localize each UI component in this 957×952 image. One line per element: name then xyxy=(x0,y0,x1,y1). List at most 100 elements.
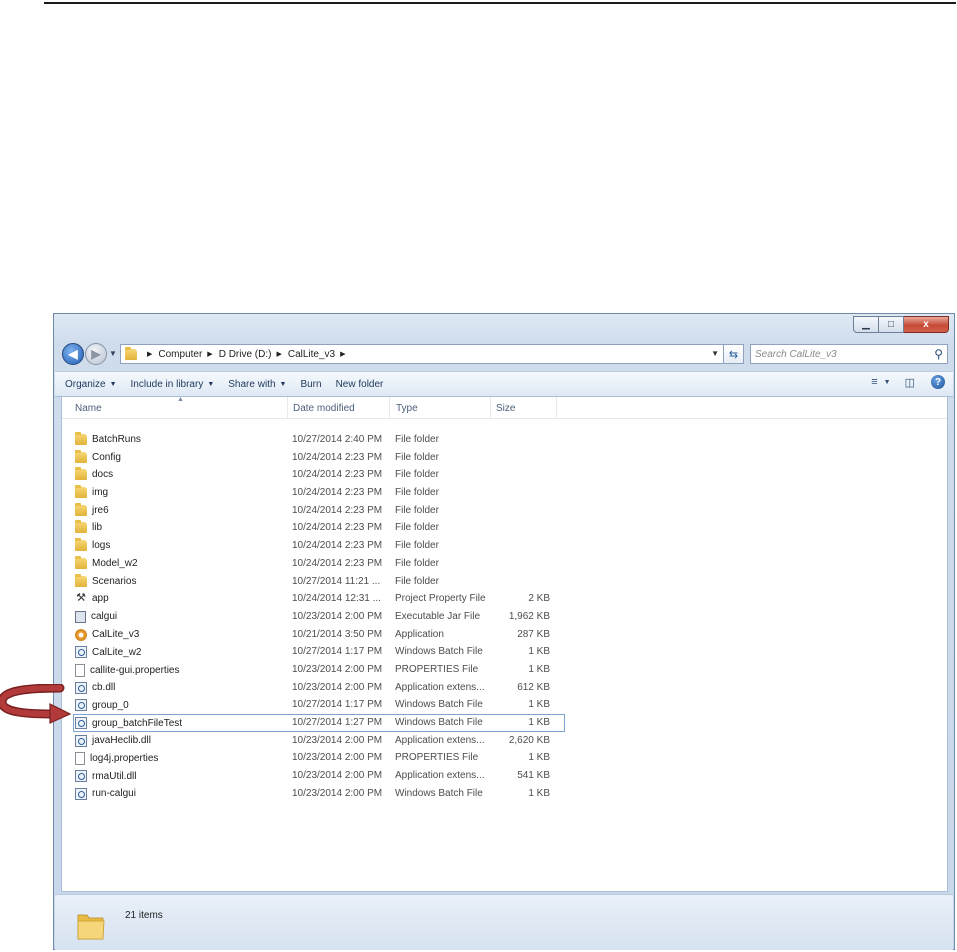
file-type: File folder xyxy=(395,557,439,569)
file-row[interactable]: cb.dll 10/23/2014 2:00 PM Application exte… xyxy=(62,679,947,697)
file-row[interactable]: Scenarios 10/27/2014 11:21 ... File folder xyxy=(62,573,947,591)
file-name-cell[interactable]: CalLite_v3 xyxy=(75,628,139,641)
file-name-cell[interactable]: run-calgui xyxy=(75,787,136,800)
column-divider[interactable] xyxy=(490,397,491,418)
file-row[interactable]: lib 10/24/2014 2:23 PM File folder xyxy=(62,519,947,537)
file-name-cell[interactable]: Scenarios xyxy=(75,573,136,587)
file-row[interactable]: javaHeclib.dll 10/23/2014 2:00 PM Applicat… xyxy=(62,732,947,750)
column-name[interactable]: Name xyxy=(75,403,102,414)
file-name-cell[interactable]: log4j.properties xyxy=(75,752,158,766)
organize-menu[interactable]: Organize ▼ xyxy=(65,379,117,390)
column-divider[interactable] xyxy=(389,397,390,418)
chevron-down-icon[interactable]: ▼ xyxy=(884,379,891,386)
back-button[interactable]: ◀ xyxy=(62,343,84,365)
file-row[interactable]: BatchRuns 10/27/2014 2:40 PM File folder xyxy=(62,431,947,449)
file-name-cell[interactable]: group_batchFileTest xyxy=(75,717,182,729)
file-row[interactable]: group_0 10/27/2014 1:17 PM Windows Batch F… xyxy=(62,696,947,714)
file-name: run-calgui xyxy=(92,788,136,800)
file-row[interactable]: Model_w2 10/24/2014 2:23 PM File folder xyxy=(62,555,947,573)
file-date: 10/23/2014 2:00 PM xyxy=(292,681,383,693)
file-row[interactable]: callite-gui.properties 10/23/2014 2:00 PM… xyxy=(62,661,947,679)
column-size[interactable]: Size xyxy=(496,403,515,414)
column-date-modified[interactable]: Date modified xyxy=(293,403,355,414)
folder-icon xyxy=(75,502,87,516)
file-row[interactable]: log4j.properties 10/23/2014 2:00 PM PROPER… xyxy=(62,749,947,767)
file-name-cell[interactable]: group_0 xyxy=(75,699,129,712)
file-name-cell[interactable]: docs xyxy=(75,467,114,481)
file-name-cell[interactable]: jre6 xyxy=(75,502,109,516)
file-date: 10/27/2014 1:27 PM xyxy=(292,717,383,728)
refresh-button[interactable]: ⇆ xyxy=(724,344,744,364)
file-name-cell[interactable]: calgui xyxy=(75,610,117,623)
file-name-cell[interactable]: cb.dll xyxy=(75,681,115,694)
file-row[interactable]: logs 10/24/2014 2:23 PM File folder xyxy=(62,537,947,555)
file-size: 1 KB xyxy=(528,646,550,658)
file-row[interactable]: img 10/24/2014 2:23 PM File folder xyxy=(62,484,947,502)
file-name-cell[interactable]: img xyxy=(75,485,108,499)
file-row[interactable]: docs 10/24/2014 2:23 PM File folder xyxy=(62,466,947,484)
breadcrumb-computer[interactable]: Computer xyxy=(158,349,202,360)
file-row[interactable]: rmaUtil.dll 10/23/2014 2:00 PM Application… xyxy=(62,767,947,785)
file-row[interactable]: jre6 10/24/2014 2:23 PM File folder xyxy=(62,502,947,520)
file-date: 10/23/2014 2:00 PM xyxy=(292,770,383,782)
file-size: 1,962 KB xyxy=(508,610,550,622)
file-name-cell[interactable]: callite-gui.properties xyxy=(75,663,180,677)
file-row[interactable]: run-calgui 10/23/2014 2:00 PM Windows Batc… xyxy=(62,785,947,803)
file-row[interactable]: ⚒ app 10/24/2014 12:31 ... Project Property… xyxy=(62,590,947,608)
folder-icon xyxy=(75,449,87,463)
file-name-cell[interactable]: logs xyxy=(75,538,110,552)
file-name: jre6 xyxy=(92,504,109,516)
breadcrumb-separator-icon[interactable]: ▶ xyxy=(147,350,152,358)
share-with-menu[interactable]: Share with ▼ xyxy=(228,379,286,390)
maximize-button[interactable]: □ xyxy=(879,316,904,333)
file-name-cell[interactable]: CalLite_w2 xyxy=(75,646,141,659)
minimize-button[interactable]: ▁ xyxy=(853,316,879,333)
minimize-icon: ▁ xyxy=(862,319,870,330)
file-row[interactable]: Config 10/24/2014 2:23 PM File folder xyxy=(62,449,947,467)
preview-pane-icon[interactable]: ◫ xyxy=(905,376,915,389)
file-row[interactable]: CalLite_w2 10/27/2014 1:17 PM Windows Batc… xyxy=(62,643,947,661)
annotation-arrow xyxy=(0,684,72,724)
forward-button[interactable]: ▶ xyxy=(85,343,107,365)
breadcrumb-d-drive[interactable]: D Drive (D:) xyxy=(219,349,272,360)
file-type: Windows Batch File xyxy=(395,646,483,658)
burn-button[interactable]: Burn xyxy=(300,379,321,390)
file-name-cell[interactable]: ⚒ app xyxy=(75,593,109,605)
file-name: docs xyxy=(92,469,114,481)
column-divider[interactable] xyxy=(556,397,557,418)
search-icon[interactable]: ⚲ xyxy=(934,347,943,361)
address-bar[interactable]: ▶ Computer ▶ D Drive (D:) ▶ CalLite_v3 ▶… xyxy=(120,344,724,364)
search-box[interactable]: ⚲ xyxy=(750,344,948,364)
file-type: File folder xyxy=(395,575,439,587)
breadcrumb-separator-icon[interactable]: ▶ xyxy=(207,350,212,358)
file-row[interactable]: calgui 10/23/2014 2:00 PM Executable Jar F… xyxy=(62,608,947,626)
view-options-icon[interactable]: ≡ xyxy=(871,376,877,388)
file-name-cell[interactable]: lib xyxy=(75,520,102,534)
column-divider[interactable] xyxy=(287,397,288,418)
file-date: 10/27/2014 1:17 PM xyxy=(292,699,383,711)
file-row[interactable]: group_batchFileTest 10/27/2014 1:27 PM Win… xyxy=(73,714,565,732)
file-name-cell[interactable]: Model_w2 xyxy=(75,555,138,569)
chevron-down-icon: ▼ xyxy=(279,380,287,388)
new-folder-button[interactable]: New folder xyxy=(336,379,384,390)
column-type[interactable]: Type xyxy=(396,403,418,414)
file-name-cell[interactable]: Config xyxy=(75,449,121,463)
file-name-cell[interactable]: BatchRuns xyxy=(75,432,141,445)
close-button[interactable]: x xyxy=(904,316,949,333)
sort-ascending-icon: ▲ xyxy=(177,396,184,403)
include-in-library-menu[interactable]: Include in library ▼ xyxy=(131,379,215,390)
breadcrumb-callite-v3[interactable]: CalLite_v3 xyxy=(288,349,335,360)
folder-icon xyxy=(75,538,87,552)
help-icon[interactable]: ? xyxy=(931,375,945,389)
breadcrumb-separator-icon[interactable]: ▶ xyxy=(276,350,281,358)
file-date: 10/23/2014 2:00 PM xyxy=(292,787,383,799)
search-input[interactable] xyxy=(755,348,925,360)
breadcrumb-separator-icon[interactable]: ▶ xyxy=(340,350,345,358)
file-name-cell[interactable]: rmaUtil.dll xyxy=(75,770,136,783)
maximize-icon: □ xyxy=(887,319,895,330)
file-name-cell[interactable]: javaHeclib.dll xyxy=(75,734,151,747)
file-row[interactable]: CalLite_v3 10/21/2014 3:50 PM Application 2… xyxy=(62,626,947,644)
recent-pages-dropdown[interactable]: ▼ xyxy=(109,349,117,358)
file-type: File folder xyxy=(395,504,439,516)
address-history-dropdown-icon[interactable]: ▼ xyxy=(711,349,719,358)
